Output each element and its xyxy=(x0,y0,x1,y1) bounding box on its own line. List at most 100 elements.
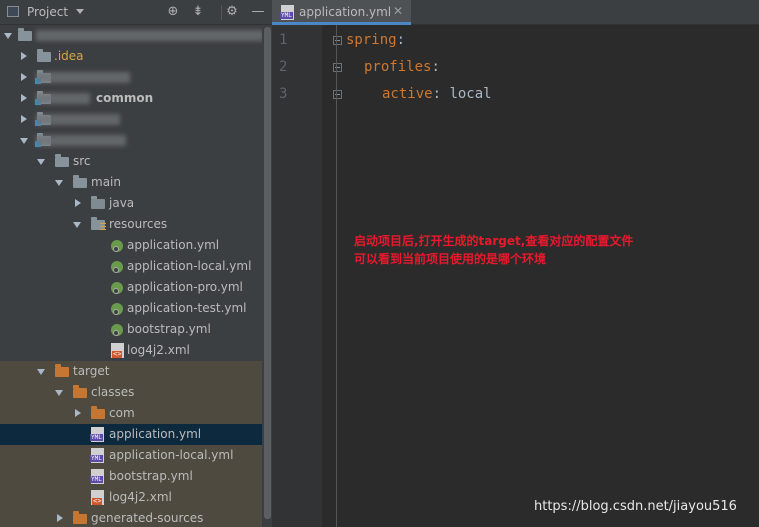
tree-row-module[interactable] xyxy=(0,109,262,130)
excluded-folder-icon xyxy=(73,511,87,524)
module-name-redacted xyxy=(36,72,130,83)
chevron-down-icon[interactable] xyxy=(76,9,84,14)
gutter-divider xyxy=(336,25,337,527)
folder-icon xyxy=(73,175,87,188)
tree-label-file: application.yml xyxy=(127,238,220,252)
collapsed-arrow-icon[interactable] xyxy=(75,409,81,417)
project-view-title[interactable]: Project xyxy=(27,5,68,19)
collapsed-arrow-icon[interactable] xyxy=(75,199,81,207)
annotation-line: 可以看到当前项目使用的是哪个环境 xyxy=(354,252,547,266)
line-number: 1 xyxy=(279,32,288,48)
tree-label-idea: .idea xyxy=(54,49,84,63)
tree-row-src[interactable]: src xyxy=(0,151,262,172)
collapsed-arrow-icon[interactable] xyxy=(21,73,27,81)
project-panel-header: Project ⊕ ⇟ ⚙ — xyxy=(0,0,272,25)
expand-arrow-icon[interactable] xyxy=(73,222,81,228)
xml-file-icon xyxy=(111,343,124,358)
line-number: 3 xyxy=(279,86,288,102)
module-name-redacted xyxy=(36,114,120,125)
tree-label-file: application-test.yml xyxy=(127,301,247,315)
tree-row-file[interactable]: bootstrap.yml xyxy=(0,319,262,340)
tree-row-idea[interactable]: .idea xyxy=(0,46,262,67)
tree-row-root[interactable] xyxy=(0,25,264,46)
tree-label-file: bootstrap.yml xyxy=(127,322,211,336)
tree-row-file[interactable]: application-test.yml xyxy=(0,298,262,319)
yaml-value: local xyxy=(441,86,492,102)
project-icon xyxy=(7,6,19,17)
tree-row-file-selected[interactable]: application.yml xyxy=(0,424,262,445)
module-name-redacted xyxy=(36,135,126,146)
tree-row-file[interactable]: application.yml xyxy=(0,235,262,256)
root-folder-name-redacted xyxy=(36,30,264,41)
code-line-2[interactable]: profiles: xyxy=(364,59,440,75)
expand-arrow-icon[interactable] xyxy=(37,159,45,165)
collapsed-arrow-icon[interactable] xyxy=(57,514,63,522)
tree-row-main[interactable]: main xyxy=(0,172,262,193)
tree-label-generated-sources: generated-sources xyxy=(91,511,204,525)
expand-arrow-icon[interactable] xyxy=(55,180,63,186)
watermark-url: https://blog.csdn.net/jiayou516 xyxy=(534,499,737,514)
fold-marker-icon[interactable] xyxy=(333,36,342,45)
tree-label-file: bootstrap.yml xyxy=(109,469,193,483)
tree-row-module-expanded[interactable] xyxy=(0,130,262,151)
collapse-all-icon[interactable]: ⇟ xyxy=(190,4,206,20)
tree-row-file[interactable]: log4j2.xml xyxy=(0,487,262,508)
project-panel: Project ⊕ ⇟ ⚙ — .idea common src main ja… xyxy=(0,0,272,527)
tree-row-file[interactable]: log4j2.xml xyxy=(0,340,262,361)
scrollbar-thumb[interactable] xyxy=(264,27,271,519)
expand-arrow-icon[interactable] xyxy=(4,33,12,39)
tree-row-file[interactable]: application-local.yml xyxy=(0,256,262,277)
editor: application.yml ✕ 1 2 3 spring: profiles… xyxy=(272,0,759,527)
tree-row-target[interactable]: target xyxy=(0,361,262,382)
tree-label-common: common xyxy=(96,91,154,105)
yaml-colon: : xyxy=(396,32,406,48)
tab-label: application.yml xyxy=(299,5,392,19)
folder-icon xyxy=(37,49,51,62)
project-panel-scrollbar[interactable] xyxy=(262,25,272,527)
tree-row-file[interactable]: application-local.yml xyxy=(0,445,262,466)
excluded-folder-icon xyxy=(73,385,87,398)
tree-row-file[interactable]: application-pro.yml xyxy=(0,277,262,298)
fold-marker-icon[interactable] xyxy=(333,90,342,99)
tree-row-com[interactable]: com xyxy=(0,403,262,424)
tree-row-file[interactable]: bootstrap.yml xyxy=(0,466,262,487)
tree-label-src: src xyxy=(73,154,91,168)
yml-file-icon xyxy=(90,469,104,484)
tree-label-com: com xyxy=(109,406,135,420)
code-line-3[interactable]: active: local xyxy=(382,86,492,102)
project-tree: .idea common src main java resources app… xyxy=(0,25,264,527)
tree-label-classes: classes xyxy=(91,385,135,399)
tree-label-target: target xyxy=(73,364,110,378)
expand-arrow-icon[interactable] xyxy=(55,390,63,396)
tab-application-yml[interactable]: application.yml ✕ xyxy=(272,0,411,25)
tree-row-module[interactable] xyxy=(0,67,262,88)
xml-file-icon xyxy=(91,490,104,505)
hide-panel-icon[interactable]: — xyxy=(250,4,266,20)
tree-label-file: application-pro.yml xyxy=(127,280,243,294)
source-folder-icon xyxy=(91,196,105,209)
collapsed-arrow-icon[interactable] xyxy=(21,52,27,60)
code-line-1[interactable]: spring: xyxy=(346,32,405,48)
excluded-folder-icon xyxy=(91,406,105,419)
tree-row-generated-sources[interactable]: generated-sources xyxy=(0,508,262,527)
tree-row-resources[interactable]: resources xyxy=(0,214,262,235)
tree-row-java[interactable]: java xyxy=(0,193,262,214)
close-icon[interactable]: ✕ xyxy=(393,4,403,18)
tree-label-resources: resources xyxy=(109,217,168,231)
header-divider xyxy=(221,5,222,20)
collapsed-arrow-icon[interactable] xyxy=(21,115,27,123)
yaml-key: spring xyxy=(346,32,397,48)
expand-arrow-icon[interactable] xyxy=(37,369,45,375)
tree-label-file: application-local.yml xyxy=(109,448,234,462)
tree-row-classes[interactable]: classes xyxy=(0,382,262,403)
tree-label-file: log4j2.xml xyxy=(109,490,172,504)
resources-folder-icon xyxy=(91,217,106,230)
line-number-gutter: 1 2 3 xyxy=(272,25,322,527)
fold-marker-icon[interactable] xyxy=(333,63,342,72)
expand-arrow-icon[interactable] xyxy=(20,138,28,144)
locate-target-icon[interactable]: ⊕ xyxy=(165,4,181,20)
gear-icon[interactable]: ⚙ xyxy=(224,4,240,20)
collapsed-arrow-icon[interactable] xyxy=(21,94,27,102)
tree-row-common[interactable]: common xyxy=(0,88,262,109)
red-annotation-note: 启动项目后,打开生成的target,查看对应的配置文件 可以看到当前项目使用的是… xyxy=(354,232,633,268)
